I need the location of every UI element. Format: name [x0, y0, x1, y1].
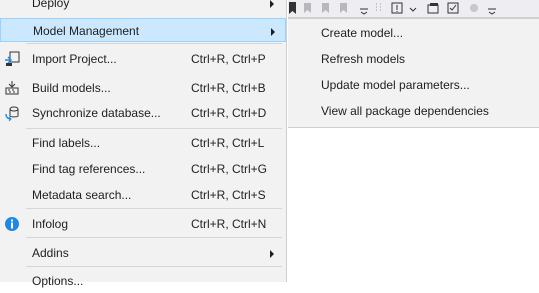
- separator: [26, 237, 282, 238]
- menu-item-shortcut: Ctrl+R, Ctrl+S: [191, 188, 266, 202]
- screen: Deploy Model Management Import Project..…: [0, 0, 539, 288]
- menu-item-label: Addins: [32, 246, 69, 260]
- import-project-icon: [5, 51, 20, 66]
- comment-icon[interactable]: [390, 1, 404, 15]
- toolbar: [288, 0, 539, 18]
- submenu-item-create-model[interactable]: Create model...: [288, 21, 539, 46]
- toolbar-more-icon[interactable]: [486, 1, 498, 15]
- toolbar-overflow-icon[interactable]: [358, 1, 370, 15]
- menu-item-label: Find tag references...: [32, 162, 146, 176]
- menu-item-shortcut: Ctrl+R, Ctrl+G: [191, 162, 268, 176]
- submenu-item-update-model-parameters[interactable]: Update model parameters...: [288, 73, 539, 98]
- checkbox-icon[interactable]: [446, 1, 460, 15]
- submenu-arrow-icon: [270, 250, 274, 258]
- separator: [26, 128, 282, 129]
- model-management-submenu: Create model... Refresh models Update mo…: [288, 18, 539, 128]
- menu-item-label: Deploy: [32, 0, 70, 10]
- menu-item-import-project[interactable]: Import Project... Ctrl+R, Ctrl+P: [0, 47, 286, 71]
- menu-item-options[interactable]: Options...: [0, 269, 286, 293]
- menu-item-shortcut: Ctrl+R, Ctrl+B: [191, 81, 266, 95]
- menu-item-addins[interactable]: Addins: [0, 241, 286, 265]
- separator: [26, 208, 282, 209]
- menu-item-model-management[interactable]: Model Management: [0, 18, 286, 42]
- separator-grip-icon: [376, 3, 381, 11]
- menu-item-label: Find labels...: [32, 136, 101, 150]
- menu-item-shortcut: Ctrl+R, Ctrl+D: [191, 106, 267, 120]
- window-icon[interactable]: [426, 1, 440, 15]
- menu-item-label: Import Project...: [32, 52, 117, 66]
- menu-item-label: Infolog: [32, 217, 69, 231]
- bookmark-clear-icon[interactable]: [338, 1, 354, 15]
- menu-item-label: Options...: [32, 274, 84, 288]
- menu-item-shortcut: Ctrl+R, Ctrl+P: [191, 52, 266, 66]
- menu-item-deploy[interactable]: Deploy: [0, 0, 286, 15]
- menu-item-build-models[interactable]: Build models... Ctrl+R, Ctrl+B: [0, 76, 286, 100]
- menu-item-label: Model Management: [33, 24, 140, 38]
- submenu-item-label: Refresh models: [321, 52, 406, 66]
- submenu-arrow-icon: [271, 28, 275, 36]
- menu-item-infolog[interactable]: Infolog Ctrl+R, Ctrl+N: [0, 212, 286, 236]
- menu-item-synchronize-database[interactable]: Synchronize database... Ctrl+R, Ctrl+D: [0, 101, 286, 125]
- menu-item-metadata-search[interactable]: Metadata search... Ctrl+R, Ctrl+S: [0, 183, 286, 207]
- menu-item-find-tag-references[interactable]: Find tag references... Ctrl+R, Ctrl+G: [0, 157, 286, 181]
- menu-item-shortcut: Ctrl+R, Ctrl+L: [191, 136, 265, 150]
- bookmark-next-icon[interactable]: [320, 1, 334, 15]
- separator: [26, 43, 282, 44]
- submenu-item-label: View all package dependencies: [321, 104, 489, 118]
- submenu-arrow-icon: [270, 0, 274, 8]
- build-models-icon: [5, 81, 19, 95]
- bookmark-prev-icon[interactable]: [302, 1, 316, 15]
- menu-item-label: Build models...: [32, 81, 111, 95]
- menu-item-label: Synchronize database...: [32, 106, 161, 120]
- menu-item-label: Metadata search...: [32, 188, 132, 202]
- settings-disabled-icon[interactable]: [466, 1, 482, 15]
- menu-item-find-labels[interactable]: Find labels... Ctrl+R, Ctrl+L: [0, 131, 286, 155]
- separator: [26, 266, 282, 267]
- submenu-item-label: Create model...: [321, 26, 404, 40]
- dropdown-arrow-icon[interactable]: [408, 1, 418, 15]
- submenu-item-view-package-dependencies[interactable]: View all package dependencies: [288, 99, 539, 124]
- info-icon: [5, 217, 19, 231]
- menu-item-shortcut: Ctrl+R, Ctrl+N: [191, 217, 267, 231]
- bookmark-icon[interactable]: [288, 1, 298, 15]
- database-sync-icon: [5, 106, 19, 121]
- context-menu: Deploy Model Management Import Project..…: [0, 0, 287, 288]
- submenu-item-label: Update model parameters...: [321, 78, 470, 92]
- submenu-item-refresh-models[interactable]: Refresh models: [288, 47, 539, 72]
